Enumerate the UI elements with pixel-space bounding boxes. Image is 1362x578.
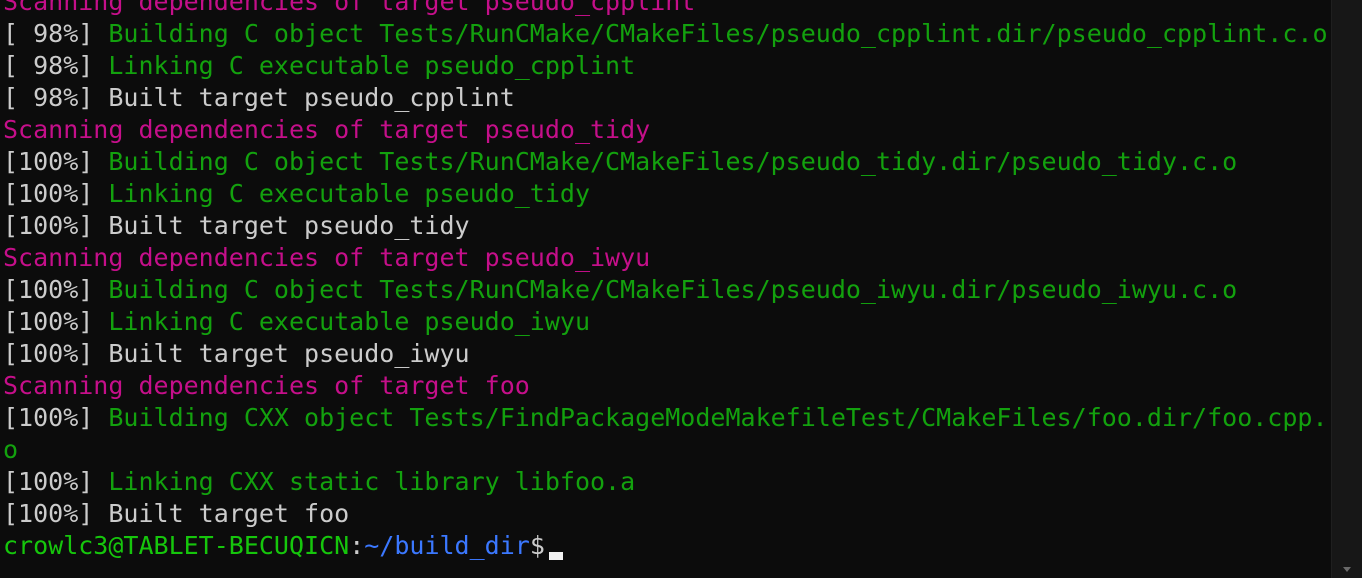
terminal-line: [100%] Building CXX object Tests/FindPac… [3,402,1329,434]
terminal-line: [100%] Built target pseudo_iwyu [3,338,1329,370]
prompt-symbol: $ [529,531,545,560]
terminal-line: [100%] Building C object Tests/RunCMake/… [3,274,1329,306]
prompt-path: ~/build_dir [364,531,530,560]
build-message: Linking C executable pseudo_cpplint [108,51,636,80]
build-message: Building C object Tests/RunCMake/CMakeFi… [108,19,1328,48]
terminal-line: [100%] Building C object Tests/RunCMake/… [3,146,1329,178]
scan-message: Scanning dependencies of target foo [3,371,530,400]
built-message: Built target foo [108,499,350,528]
prompt-separator: : [349,531,365,560]
text-cursor [548,552,563,560]
terminal-line: [100%] Linking C executable pseudo_iwyu [3,306,1329,338]
scroll-down-arrow-icon[interactable] [1343,567,1351,572]
built-message: Built target pseudo_iwyu [108,339,470,368]
built-message: Built target pseudo_cpplint [108,83,515,112]
scan-message: Scanning dependencies of target pseudo_i… [3,243,651,272]
terminal-line: Scanning dependencies of target pseudo_c… [3,0,1329,18]
terminal-line: [ 98%] Built target pseudo_cpplint [3,82,1329,114]
build-message: Linking C executable pseudo_iwyu [108,307,590,336]
scan-message: Scanning dependencies of target pseudo_c… [3,0,696,16]
terminal-line: [100%] Linking C executable pseudo_tidy [3,178,1329,210]
terminal-line: Scanning dependencies of target pseudo_i… [3,242,1329,274]
terminal-line: o [3,434,1329,466]
terminal-line: [100%] Linking CXX static library libfoo… [3,466,1329,498]
build-message: Building C object Tests/RunCMake/CMakeFi… [108,147,1238,176]
terminal-line: [100%] Built target pseudo_tidy [3,210,1329,242]
progress-percent: [ 98%] [3,19,109,48]
progress-percent: [100%] [3,147,109,176]
terminal-line: Scanning dependencies of target foo [3,370,1329,402]
built-message: Built target pseudo_tidy [108,211,470,240]
terminal-output[interactable]: Scanning dependencies of target pseudo_c… [3,0,1329,562]
progress-percent: [100%] [3,499,109,528]
progress-percent: [100%] [3,211,109,240]
progress-percent: [100%] [3,339,109,368]
progress-percent: [100%] [3,275,109,304]
build-message: Building CXX object Tests/FindPackageMod… [108,403,1328,432]
progress-percent: [ 98%] [3,51,109,80]
progress-percent: [100%] [3,307,109,336]
terminal-window[interactable]: Scanning dependencies of target pseudo_c… [0,0,1362,578]
build-message: Building C object Tests/RunCMake/CMakeFi… [108,275,1238,304]
terminal-line: Scanning dependencies of target pseudo_t… [3,114,1329,146]
build-message: Linking CXX static library libfoo.a [108,467,636,496]
scan-message: Scanning dependencies of target pseudo_t… [3,115,651,144]
progress-percent: [ 98%] [3,83,109,112]
prompt-user-host: crowlc3@TABLET-BECUQICN [3,531,350,560]
progress-percent: [100%] [3,403,109,432]
vertical-scrollbar[interactable] [1331,0,1362,578]
build-message: Linking C executable pseudo_tidy [108,179,590,208]
progress-percent: [100%] [3,179,109,208]
build-message: o [3,435,19,464]
terminal-line: [100%] Built target foo [3,498,1329,530]
progress-percent: [100%] [3,467,109,496]
terminal-line: [ 98%] Building C object Tests/RunCMake/… [3,18,1329,50]
terminal-line: [ 98%] Linking C executable pseudo_cppli… [3,50,1329,82]
prompt-line[interactable]: crowlc3@TABLET-BECUQICN:~/build_dir$ [3,530,1329,562]
